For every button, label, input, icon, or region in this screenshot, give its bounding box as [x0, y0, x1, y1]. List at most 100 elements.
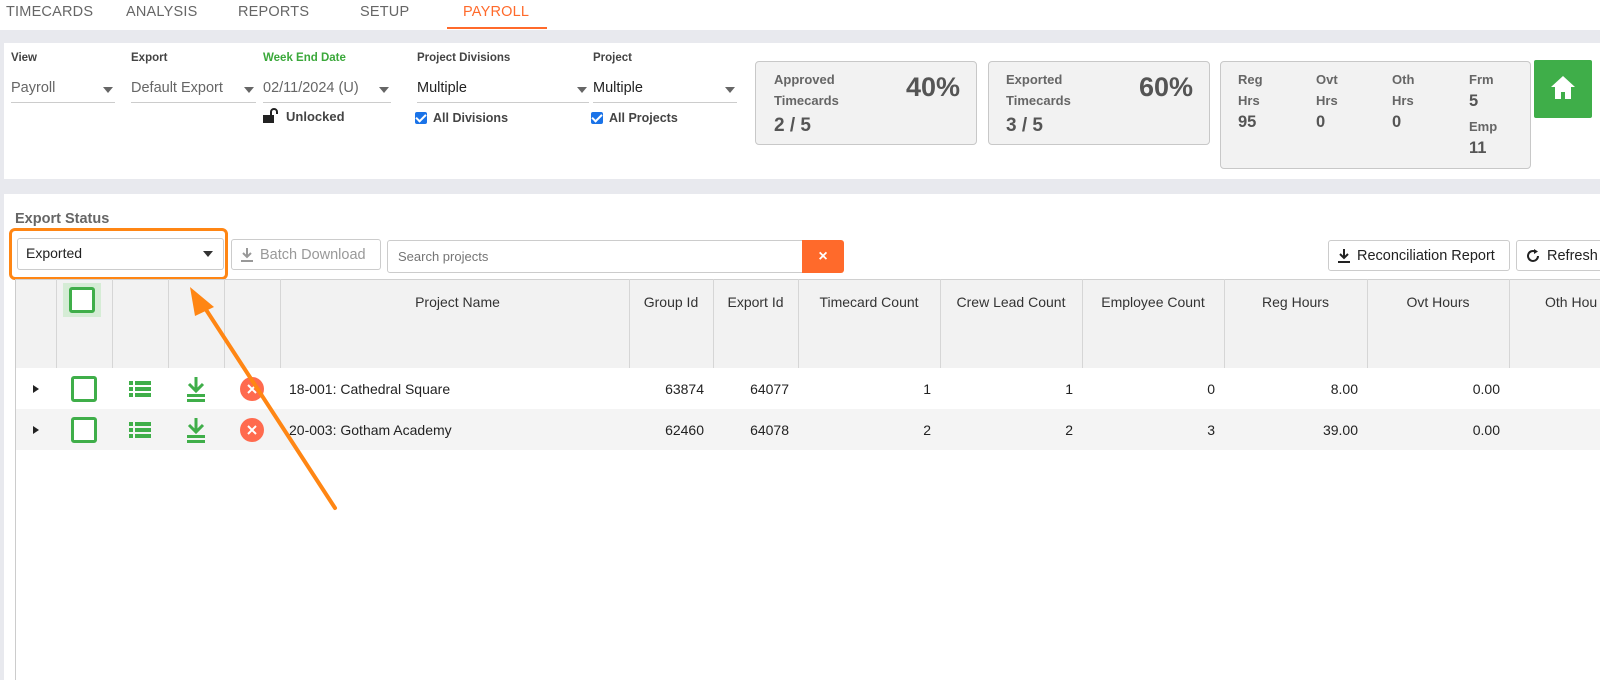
select-all-checkbox[interactable]: [69, 287, 95, 313]
col-header-employee-count[interactable]: Employee Count: [1082, 280, 1224, 324]
chevron-down-icon: [244, 87, 254, 93]
cell-group-id: 62460: [665, 421, 704, 438]
approved-percent: 40%: [905, 72, 960, 102]
download-icon: [1338, 248, 1350, 263]
list-icon: [129, 421, 151, 438]
tab-payroll[interactable]: PAYROLL: [463, 4, 529, 20]
reg-hrs-value: 95: [1238, 113, 1257, 131]
row-details-button[interactable]: [112, 368, 168, 409]
week-end-label: Week End Date: [263, 52, 346, 64]
chevron-down-icon: [577, 87, 587, 93]
week-end-value: 02/11/2024 (U): [263, 80, 359, 96]
col-header-project-name[interactable]: Project Name: [286, 280, 629, 324]
row-download-button[interactable]: [168, 409, 224, 450]
cell-crew-lead-count: 2: [1065, 421, 1073, 438]
all-projects-checkbox[interactable]: All Projects: [591, 111, 678, 125]
table-row[interactable]: 18-001: Cathedral Square 63874 64077 1 1…: [16, 368, 1600, 409]
approved-label-line1: Approved: [774, 72, 835, 87]
exported-fraction: 3 / 5: [1006, 115, 1043, 136]
refresh-button[interactable]: Refresh: [1516, 240, 1600, 271]
table-row[interactable]: 20-003: Gotham Academy 62460 64078 2 2 3…: [16, 409, 1600, 450]
search-input[interactable]: [387, 240, 803, 273]
caret-right-icon: [33, 384, 39, 393]
export-value: Default Export: [131, 80, 223, 96]
chevron-down-icon: [379, 87, 389, 93]
projects-grid: Project Name Group Id Export Id Timecard…: [15, 279, 1600, 680]
col-header-group-id[interactable]: Group Id: [629, 280, 713, 324]
row-cancel-button[interactable]: [224, 368, 280, 409]
ovt-hrs-label-2: Hrs: [1316, 93, 1338, 108]
lock-status-label: Unlocked: [286, 108, 345, 124]
row-expander[interactable]: [16, 409, 56, 450]
home-button[interactable]: [1534, 60, 1592, 118]
project-select[interactable]: Multiple: [593, 76, 737, 103]
select-all-cell[interactable]: [63, 283, 101, 317]
cell-export-id: 64077: [750, 380, 789, 397]
emp-label: Emp: [1469, 119, 1498, 134]
ovt-hrs-value: 0: [1316, 113, 1326, 131]
row-select-checkbox[interactable]: [71, 375, 97, 402]
caret-right-icon: [33, 425, 39, 434]
all-projects-label: All Projects: [609, 111, 678, 125]
oth-hrs-value: 0: [1392, 113, 1402, 131]
cell-project-name[interactable]: 18-001: Cathedral Square: [280, 368, 629, 409]
exported-percent: 60%: [1138, 72, 1193, 102]
cell-project-name[interactable]: 20-003: Gotham Academy: [280, 409, 629, 450]
row-details-button[interactable]: [112, 409, 168, 450]
cell-reg-hours: 39.00: [1322, 421, 1358, 438]
col-header-ovt-hours[interactable]: Ovt Hours: [1367, 280, 1509, 324]
ovt-hrs-label-1: Ovt: [1316, 72, 1338, 87]
row-download-button[interactable]: [168, 368, 224, 409]
tab-setup[interactable]: SETUP: [360, 4, 409, 20]
row-select-cell[interactable]: [56, 409, 112, 450]
refresh-icon: [1527, 248, 1539, 262]
oth-hrs-label-1: Oth: [1392, 72, 1415, 87]
cell-reg-hours: 8.00: [1330, 380, 1358, 397]
col-header-timecard-count[interactable]: Timecard Count: [798, 280, 940, 324]
clear-search-button[interactable]: ×: [802, 240, 844, 273]
batch-download-button[interactable]: Batch Download: [231, 239, 381, 270]
view-select[interactable]: Payroll: [11, 76, 115, 103]
lock-status[interactable]: Unlocked: [262, 108, 345, 124]
emp-value: 11: [1469, 139, 1487, 157]
cell-timecard-count: 2: [923, 421, 931, 438]
tab-reports[interactable]: REPORTS: [238, 4, 309, 20]
close-icon: ×: [818, 247, 828, 265]
divisions-value: Multiple: [417, 80, 467, 96]
reconciliation-report-button[interactable]: Reconciliation Report: [1328, 240, 1510, 271]
divisions-select[interactable]: Multiple: [417, 76, 589, 103]
divisions-label: Project Divisions: [417, 52, 511, 64]
cell-crew-lead-count: 1: [1065, 380, 1073, 397]
row-select-cell[interactable]: [56, 368, 112, 409]
col-header-crew-lead-count[interactable]: Crew Lead Count: [940, 280, 1082, 324]
col-header-reg-hours[interactable]: Reg Hours: [1224, 280, 1367, 324]
approved-fraction: 2 / 5: [774, 115, 811, 136]
cell-group-id: 63874: [665, 380, 704, 397]
project-value: Multiple: [593, 80, 643, 96]
view-value: Payroll: [11, 80, 56, 96]
export-label: Export: [131, 52, 168, 64]
tab-analysis[interactable]: ANALYSIS: [126, 4, 197, 20]
list-icon: [129, 380, 151, 397]
row-cancel-button[interactable]: [224, 409, 280, 450]
home-icon: [1551, 76, 1575, 99]
row-select-checkbox[interactable]: [71, 416, 97, 443]
col-header-export-id[interactable]: Export Id: [713, 280, 798, 324]
approved-label-line2: Timecards: [774, 93, 839, 108]
week-end-select[interactable]: 02/11/2024 (U): [263, 76, 391, 103]
frm-label: Frm: [1469, 72, 1494, 87]
cancel-icon: [240, 376, 264, 401]
row-expander[interactable]: [16, 368, 56, 409]
cell-timecard-count: 1: [923, 380, 931, 397]
export-status-title: Export Status: [15, 211, 110, 227]
exported-label-line2: Timecards: [1006, 93, 1071, 108]
frm-value: 5: [1469, 92, 1479, 110]
all-divisions-checkbox[interactable]: All Divisions: [415, 111, 508, 125]
chevron-down-icon: [725, 87, 735, 93]
top-nav: TIMECARDS ANALYSIS REPORTS SETUP PAYROLL: [0, 0, 1600, 30]
tab-timecards[interactable]: TIMECARDS: [6, 4, 93, 20]
export-select[interactable]: Default Export: [131, 76, 256, 103]
hours-summary-card: Reg Hrs 95 Ovt Hrs 0 Oth Hrs 0 Frm 5 Emp…: [1220, 61, 1531, 169]
grid-header-row: Project Name Group Id Export Id Timecard…: [16, 279, 1600, 325]
col-header-oth-hours[interactable]: Oth Hou: [1509, 280, 1600, 324]
